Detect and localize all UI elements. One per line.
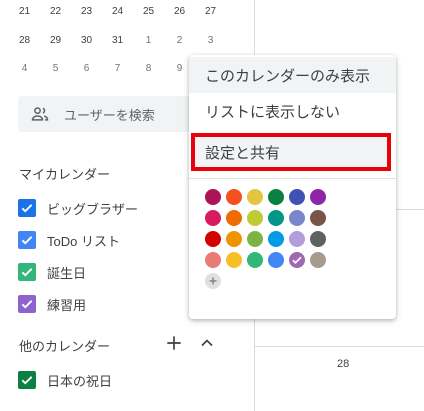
color-swatch[interactable] bbox=[226, 210, 242, 226]
color-swatch[interactable] bbox=[226, 252, 242, 268]
color-swatch[interactable] bbox=[205, 189, 221, 205]
calendar-list-item[interactable]: 日本の祝日 bbox=[18, 368, 112, 392]
my-calendars-title[interactable]: マイカレンダー bbox=[19, 164, 110, 183]
menu-item-hide-from-list[interactable]: リストに表示しない bbox=[189, 93, 396, 129]
mini-calendar-week: 28 29 30 31 1 2 3 bbox=[9, 35, 226, 46]
calendar-checkbox[interactable] bbox=[18, 199, 36, 217]
color-swatch[interactable] bbox=[268, 189, 284, 205]
color-swatch[interactable] bbox=[268, 231, 284, 247]
color-swatch[interactable] bbox=[310, 210, 326, 226]
menu-item-label: リストに表示しない bbox=[205, 103, 341, 121]
color-swatch[interactable] bbox=[205, 252, 221, 268]
color-swatch[interactable] bbox=[289, 231, 305, 247]
mini-calendar-day[interactable]: 29 bbox=[40, 35, 71, 46]
mini-calendar-day[interactable]: 3 bbox=[195, 35, 226, 46]
menu-separator bbox=[189, 178, 396, 179]
color-swatch[interactable] bbox=[247, 210, 263, 226]
color-swatch[interactable] bbox=[289, 252, 305, 268]
calendar-checkbox[interactable] bbox=[18, 295, 36, 313]
add-calendar-icon[interactable] bbox=[162, 331, 186, 355]
color-swatch[interactable] bbox=[205, 210, 221, 226]
color-swatch[interactable] bbox=[289, 189, 305, 205]
color-swatch[interactable] bbox=[310, 231, 326, 247]
mini-calendar-day[interactable]: 2 bbox=[164, 35, 195, 46]
mini-calendar-day[interactable]: 23 bbox=[71, 6, 102, 17]
calendar-checkbox[interactable] bbox=[18, 231, 36, 249]
mini-calendar-day[interactable]: 26 bbox=[164, 6, 195, 17]
color-swatch[interactable] bbox=[247, 231, 263, 247]
mini-calendar-day[interactable]: 25 bbox=[133, 6, 164, 17]
mini-calendar-day[interactable]: 21 bbox=[9, 6, 40, 17]
menu-item-settings-and-sharing[interactable]: 設定と共有 bbox=[191, 133, 391, 171]
calendar-list-item[interactable]: 誕生日 bbox=[18, 260, 86, 284]
mini-calendar-day[interactable]: 4 bbox=[9, 63, 40, 74]
menu-item-display-only-this[interactable]: このカレンダーのみ表示 bbox=[189, 57, 396, 93]
calendar-label: 誕生日 bbox=[47, 265, 87, 281]
calendar-label: 日本の祝日 bbox=[47, 373, 113, 389]
color-swatch[interactable] bbox=[247, 189, 263, 205]
color-swatch[interactable] bbox=[226, 231, 242, 247]
color-swatch[interactable] bbox=[226, 189, 242, 205]
search-users-input[interactable]: ユーザーを検索 bbox=[18, 96, 214, 132]
other-calendars-title[interactable]: 他のカレンダー bbox=[19, 336, 110, 355]
people-icon bbox=[31, 107, 49, 121]
mini-calendar-day[interactable]: 8 bbox=[133, 63, 164, 74]
chevron-up-icon[interactable] bbox=[195, 331, 219, 355]
mini-calendar-day[interactable]: 5 bbox=[40, 63, 71, 74]
color-swatch[interactable] bbox=[247, 252, 263, 268]
calendar-checkbox[interactable] bbox=[18, 371, 36, 389]
menu-item-label: 設定と共有 bbox=[205, 144, 281, 162]
calendar-list-item[interactable]: ビッグブラザー bbox=[18, 196, 138, 220]
calendar-list-item[interactable]: ToDo リスト bbox=[18, 228, 120, 252]
mini-calendar-day[interactable]: 22 bbox=[40, 6, 71, 17]
color-swatch[interactable] bbox=[268, 210, 284, 226]
calendar-label: 練習用 bbox=[47, 297, 87, 313]
search-users-label: ユーザーを検索 bbox=[64, 107, 155, 123]
mini-calendar-day[interactable]: 27 bbox=[195, 6, 226, 17]
color-swatch[interactable] bbox=[310, 189, 326, 205]
mini-calendar-day[interactable]: 7 bbox=[102, 63, 133, 74]
mini-calendar-day[interactable]: 1 bbox=[133, 35, 164, 46]
add-custom-color-icon[interactable] bbox=[205, 273, 221, 289]
color-swatch[interactable] bbox=[205, 231, 221, 247]
calendar-label: ToDo リスト bbox=[47, 233, 120, 249]
day-number[interactable]: 28 bbox=[337, 358, 349, 370]
calendar-list-item[interactable]: 練習用 bbox=[18, 292, 86, 316]
mini-calendar-day[interactable]: 6 bbox=[71, 63, 102, 74]
menu-item-label: このカレンダーのみ表示 bbox=[205, 67, 371, 85]
grid-line bbox=[254, 346, 424, 347]
calendar-options-menu: このカレンダーのみ表示 リストに表示しない 設定と共有 bbox=[189, 55, 396, 319]
calendar-checkbox[interactable] bbox=[18, 263, 36, 281]
mini-calendar-day[interactable]: 28 bbox=[9, 35, 40, 46]
calendar-label: ビッグブラザー bbox=[47, 201, 139, 217]
color-swatch[interactable] bbox=[268, 252, 284, 268]
mini-calendar-day[interactable]: 31 bbox=[102, 35, 133, 46]
color-swatch[interactable] bbox=[289, 210, 305, 226]
mini-calendar-day[interactable]: 24 bbox=[102, 6, 133, 17]
color-swatch[interactable] bbox=[310, 252, 326, 268]
check-icon bbox=[292, 256, 302, 264]
mini-calendar-day[interactable]: 30 bbox=[71, 35, 102, 46]
mini-calendar-week: 21 22 23 24 25 26 27 bbox=[9, 6, 226, 17]
